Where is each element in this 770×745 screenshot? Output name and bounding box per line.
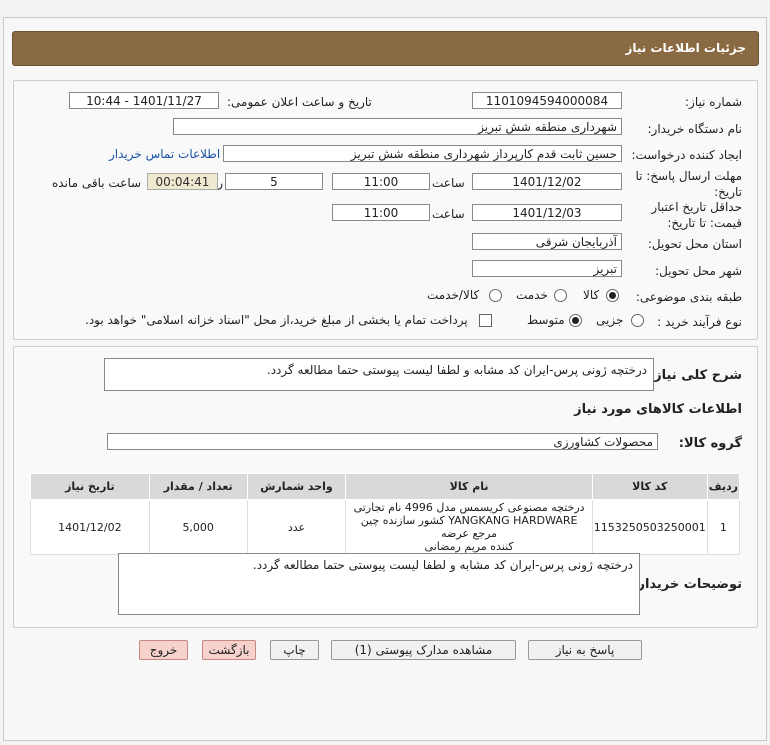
process-medium-label: متوسط: [527, 313, 565, 327]
remaining-label: ساعت باقی مانده: [52, 176, 142, 190]
treasury-payment-checkbox[interactable]: [479, 314, 492, 327]
print-button[interactable]: چاپ: [270, 640, 319, 660]
process-minor-label: جزیی: [596, 313, 624, 327]
col-name: نام کالا: [345, 473, 593, 500]
back-button[interactable]: بازگشت: [202, 640, 256, 660]
province-label: استان محل تحویل:: [647, 237, 742, 251]
attachments-button[interactable]: مشاهده مدارک پیوستی (1): [331, 640, 516, 660]
category-goods-label: کالا: [583, 288, 600, 302]
announce-label: تاریخ و ساعت اعلان عمومی:: [227, 95, 372, 109]
creator-field: حسین ثابت قدم کارپرداز شهرداری منطقه شش …: [223, 145, 622, 162]
city-field: تبریز: [472, 260, 622, 277]
validity-label-line1: حداقل تاریخ اعتبار: [651, 200, 742, 214]
need-number-field: 1101094594000084: [472, 92, 622, 109]
contact-info-link[interactable]: اطلاعات تماس خریدار: [109, 147, 220, 161]
goods-group-field: محصولات کشاورزی: [107, 433, 658, 450]
days-field: 5: [225, 173, 323, 190]
reply-deadline-label-line2: تاریخ:: [714, 185, 742, 199]
validity-time-field: 11:00: [332, 204, 430, 221]
buyer-notes-textbox: درختچه ژونی پرس-ایران کد مشابه و لطفا لی…: [118, 553, 640, 615]
process-radio-minor[interactable]: [631, 314, 644, 327]
goods-group-label: گروه کالا:: [678, 436, 742, 451]
process-radio-medium[interactable]: [569, 314, 582, 327]
col-date: تاریخ نیاز: [30, 473, 150, 500]
exit-button[interactable]: خروج: [139, 640, 188, 660]
treasury-payment-note: پرداخت تمام یا بخشی از مبلغ خرید،از محل …: [85, 313, 468, 327]
cell-name-line2: YANGKANG HARDWARE کشور سازنده چین مرجع ع…: [360, 514, 578, 540]
validity-label-line2: قیمت: تا تاریخ:: [667, 216, 742, 230]
buyer-notes-label: توضیحات خریدار:: [632, 577, 742, 592]
buyer-notes-text: درختچه ژونی پرس-ایران کد مشابه و لطفا لی…: [252, 558, 633, 572]
cell-code: 1153250503250001: [591, 499, 708, 555]
category-radio-service[interactable]: [554, 289, 567, 302]
cell-name: درختچه مصنوعی کریسمس مدل 4996 نام تجارتی…: [345, 499, 593, 555]
need-number-label: شماره نیاز:: [685, 95, 742, 109]
reply-time-field: 11:00: [332, 173, 430, 190]
col-row: ردیف: [706, 473, 741, 500]
cell-name-line1: درختچه مصنوعی کریسمس مدل 4996 نام تجارتی: [353, 501, 585, 514]
remaining-timer: 00:04:41: [147, 173, 218, 190]
reply-time-label: ساعت: [432, 176, 465, 190]
validity-date-field: 1401/12/03: [472, 204, 622, 221]
reply-deadline-label: مهلت ارسال پاسخ: تا تاریخ:: [635, 168, 742, 200]
cell-qty: 5,000: [148, 499, 248, 555]
goods-table: ردیف کد کالا نام کالا واحد شمارش تعداد /…: [30, 473, 741, 555]
summary-textbox: درختچه ژونی پرس-ایران کد مشابه و لطفا لی…: [104, 358, 654, 391]
cell-date: 1401/12/02: [30, 499, 150, 555]
cell-unit: عدد: [246, 499, 347, 555]
table-row: 1 1153250503250001 درختچه مصنوعی کریسمس …: [30, 499, 741, 555]
table-header-row: ردیف کد کالا نام کالا واحد شمارش تعداد /…: [30, 473, 741, 500]
col-code: کد کالا: [591, 473, 708, 500]
reply-button[interactable]: پاسخ به نیاز: [528, 640, 642, 660]
category-label: طبقه بندی موضوعی:: [635, 290, 742, 304]
province-field: آذربایجان شرقی: [472, 233, 622, 250]
reply-deadline-label-line1: مهلت ارسال پاسخ: تا: [635, 169, 742, 183]
cell-row: 1: [706, 499, 741, 555]
summary-text: درختچه ژونی پرس-ایران کد مشابه و لطفا لی…: [266, 363, 647, 377]
category-radio-goods-service[interactable]: [489, 289, 502, 302]
summary-label: شرح کلی نیاز:: [648, 368, 742, 383]
cell-name-line3: کننده مریم رمضانی: [424, 540, 514, 553]
buyer-org-field: شهرداری منطقه شش تبریز: [173, 118, 622, 135]
city-label: شهر محل تحویل:: [655, 264, 742, 278]
goods-section-title: اطلاعات کالاهای مورد نیاز: [574, 402, 742, 417]
buyer-org-label: نام دستگاه خریدار:: [647, 122, 743, 136]
category-goods-service-label: کالا/خدمت: [427, 288, 480, 302]
announce-field: 1401/11/27 - 10:44: [69, 92, 219, 109]
validity-label: حداقل تاریخ اعتبار قیمت: تا تاریخ:: [651, 199, 742, 231]
process-label: نوع فرآیند خرید :: [657, 315, 742, 329]
col-qty: تعداد / مقدار: [148, 473, 248, 500]
page-header: جزئیات اطلاعات نیاز: [12, 31, 759, 66]
col-unit: واحد شمارش: [246, 473, 347, 500]
validity-time-label: ساعت: [432, 207, 465, 221]
reply-date-field: 1401/12/02: [472, 173, 622, 190]
category-service-label: خدمت: [516, 288, 548, 302]
page-title: جزئیات اطلاعات نیاز: [625, 41, 746, 55]
category-radio-goods[interactable]: [606, 289, 619, 302]
creator-label: ایجاد کننده درخواست:: [631, 148, 742, 162]
